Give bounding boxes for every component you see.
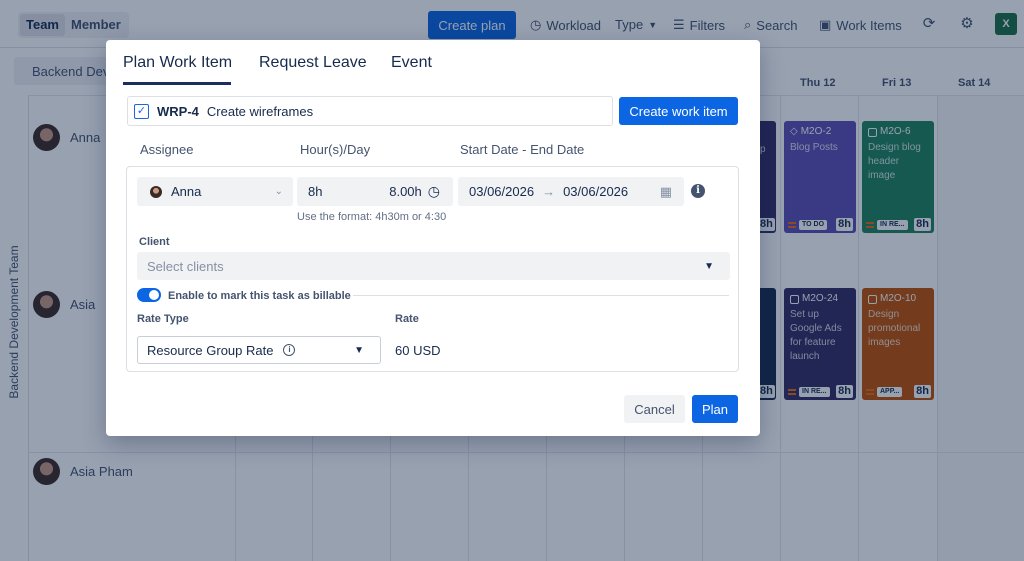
plan-button[interactable]: Plan	[692, 395, 738, 423]
avatar	[150, 185, 162, 198]
arrow-right-icon: →	[542, 184, 556, 199]
client-placeholder: Select clients	[147, 258, 224, 274]
work-item-title: Create wireframes	[206, 103, 314, 119]
dates-column-label: Start Date - End Date	[460, 142, 585, 157]
plan-work-item-modal: Plan Work Item Request Leave Event ✓ WRP…	[106, 40, 760, 436]
billable-toggle[interactable]	[137, 288, 161, 302]
chevron-down-icon: ▼	[354, 344, 364, 356]
info-icon[interactable]: i	[283, 344, 296, 356]
rate-type-label: Rate Type	[137, 313, 189, 325]
chevron-down-icon: ⌄	[274, 186, 283, 197]
clock-icon: ◷	[427, 183, 440, 199]
rate-value: 60 USD	[395, 343, 441, 358]
divider	[353, 295, 729, 296]
date-range-input[interactable]: 03/06/2026 → 03/06/2026 ▦	[458, 177, 684, 206]
cancel-button[interactable]: Cancel	[624, 395, 685, 423]
billable-label: Enable to mark this task as billable	[168, 290, 351, 302]
hours-column-label: Hour(s)/Day	[300, 142, 371, 157]
assignee-select[interactable]: Anna ⌄	[137, 177, 293, 206]
assignee-column-label: Assignee	[140, 142, 194, 157]
end-date[interactable]: 03/06/2026	[563, 184, 628, 199]
hours-format-hint: Use the format: 4h30m or 4:30	[297, 211, 447, 223]
hours-input[interactable]: 8h 8.00h ◷	[297, 177, 453, 206]
task-checkbox-icon: ✓	[134, 103, 149, 119]
hours-input-value: 8h	[308, 184, 323, 199]
work-item-key: WRP-4	[157, 103, 199, 119]
rate-label: Rate	[395, 313, 419, 325]
info-icon[interactable]: i	[691, 184, 705, 198]
hours-computed-value: 8.00h	[389, 184, 422, 199]
rate-type-value: Resource Group Rate	[147, 342, 274, 358]
rate-type-select[interactable]: Resource Group Rate i ▼	[137, 336, 381, 364]
active-tab-indicator	[123, 82, 231, 85]
create-work-item-button[interactable]: Create work item	[619, 97, 738, 125]
calendar-icon: ▦	[659, 183, 672, 199]
tab-event[interactable]: Event	[391, 54, 432, 72]
tab-plan-work-item[interactable]: Plan Work Item	[123, 54, 232, 72]
assignment-panel: Anna ⌄ 8h 8.00h ◷ 03/06/2026 → 03/06/202…	[126, 166, 739, 372]
client-label: Client	[139, 236, 170, 248]
tab-request-leave[interactable]: Request Leave	[259, 54, 367, 72]
assignee-value: Anna	[171, 184, 202, 199]
work-item-selector[interactable]: ✓ WRP-4 Create wireframes	[127, 96, 613, 126]
chevron-down-icon: ▼	[704, 260, 714, 272]
client-select[interactable]: Select clients ▼	[137, 252, 730, 280]
start-date[interactable]: 03/06/2026	[469, 184, 534, 199]
